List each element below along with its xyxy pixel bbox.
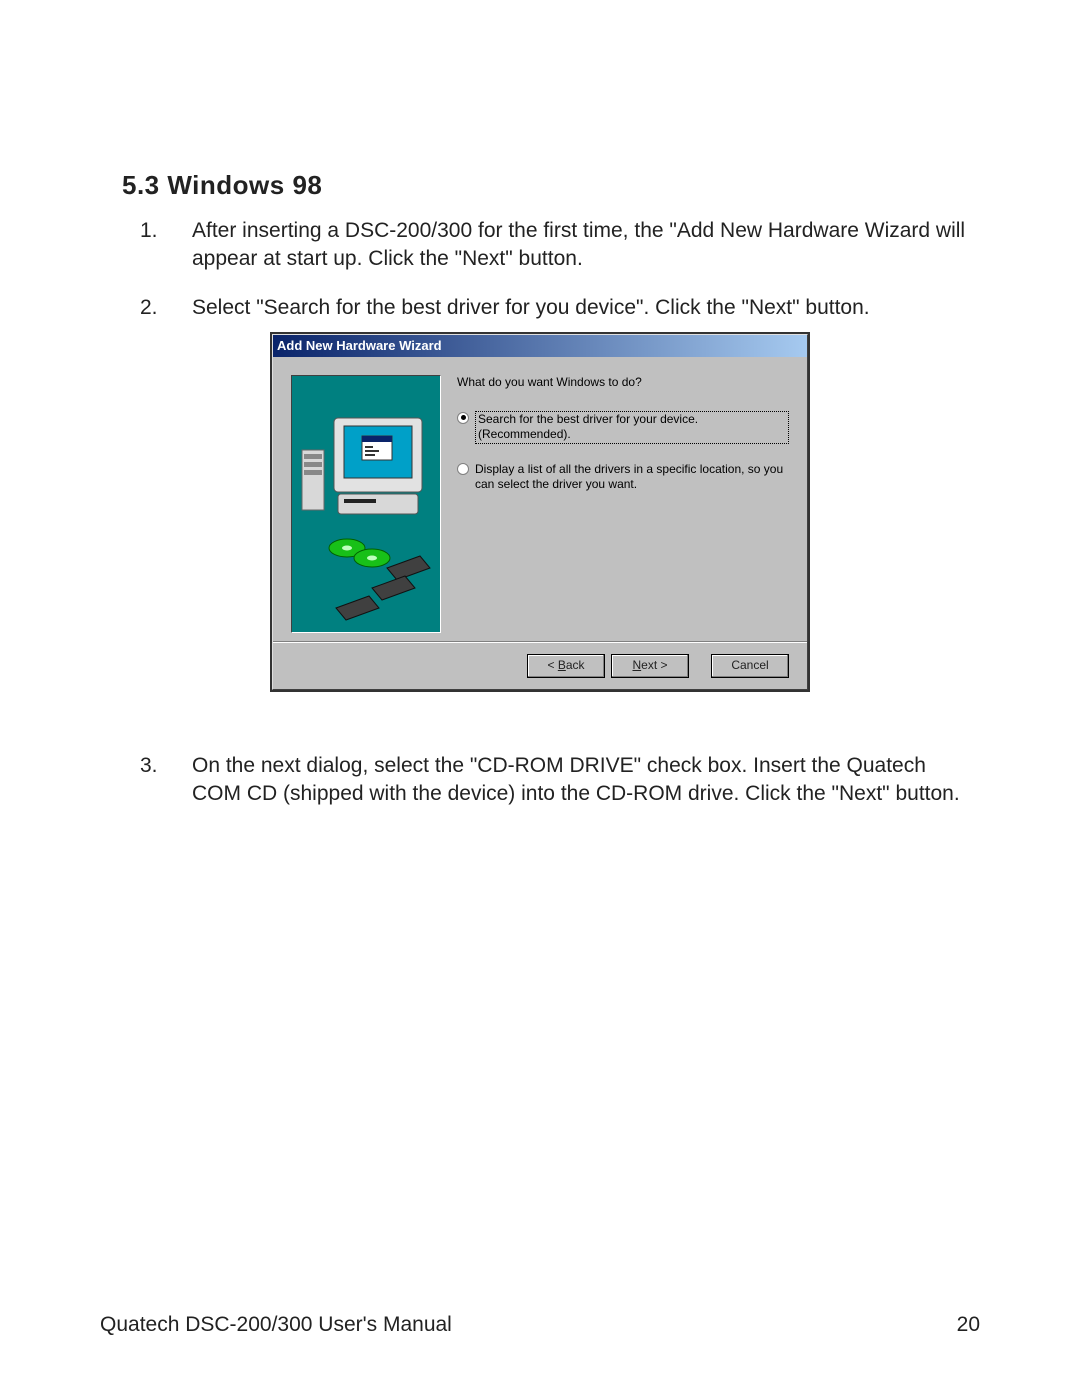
step-number: 2.: [140, 294, 166, 322]
back-underline: B: [558, 658, 566, 672]
next-suffix: ext >: [641, 658, 667, 672]
radio-option-list[interactable]: Display a list of all the drivers in a s…: [457, 462, 789, 493]
step-1: 1. After inserting a DSC-200/300 for the…: [140, 217, 970, 274]
footer-manual-title: Quatech DSC-200/300 User's Manual: [100, 1313, 452, 1337]
wizard-window: Add New Hardware Wizard: [270, 332, 810, 692]
radio-button-icon: [457, 412, 469, 424]
step-3: 3. On the next dialog, select the "CD-RO…: [140, 752, 970, 809]
radio-option-search[interactable]: Search for the best driver for your devi…: [457, 411, 789, 444]
wizard-button-bar: < Back Next > Cancel: [273, 641, 807, 689]
wizard-prompt: What do you want Windows to do?: [457, 375, 789, 391]
back-suffix: ack: [566, 658, 585, 672]
window-titlebar: Add New Hardware Wizard: [273, 335, 807, 357]
section-heading: 5.3 Windows 98: [122, 170, 980, 201]
wizard-illustration: [291, 375, 441, 633]
next-button[interactable]: Next >: [611, 654, 689, 678]
step-text: After inserting a DSC-200/300 for the fi…: [192, 217, 970, 274]
step-number: 3.: [140, 752, 166, 809]
step-text: Select "Search for the best driver for y…: [192, 294, 970, 322]
back-button[interactable]: < Back: [527, 654, 605, 678]
radio-label: Display a list of all the drivers in a s…: [475, 462, 789, 493]
step-number: 1.: [140, 217, 166, 274]
next-underline: N: [632, 658, 641, 672]
step-text: On the next dialog, select the "CD-ROM D…: [192, 752, 970, 809]
radio-label: Search for the best driver for your devi…: [475, 411, 789, 444]
cancel-button[interactable]: Cancel: [711, 654, 789, 678]
back-prefix: <: [547, 658, 557, 672]
step-2: 2. Select "Search for the best driver fo…: [140, 294, 970, 322]
footer-page-number: 20: [957, 1313, 980, 1337]
radio-button-icon: [457, 463, 469, 475]
